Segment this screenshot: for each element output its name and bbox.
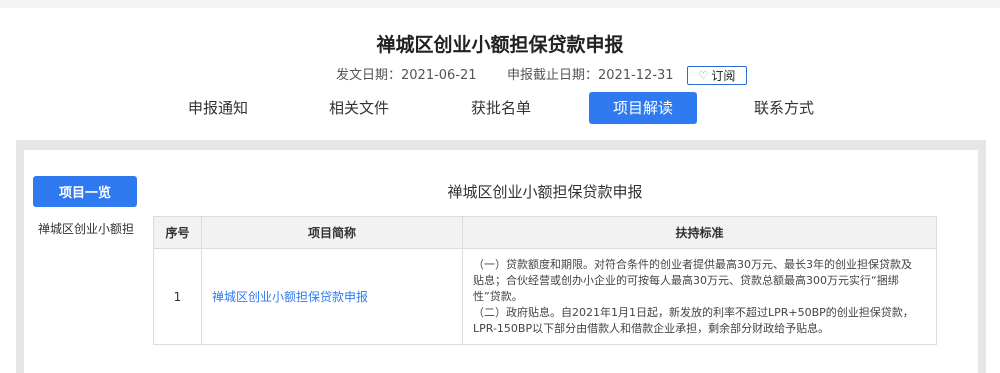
table-row: 1 禅城区创业小额担保贷款申报 （一）贷款额度和期限。对符合条件的创业者提供最高… xyxy=(153,248,937,345)
page-title: 禅城区创业小额担保贷款申报 xyxy=(376,34,624,56)
project-list-button[interactable]: 项目一览 xyxy=(33,176,137,207)
deadline-date: 申报截止日期：2021-12-31 xyxy=(507,68,674,83)
support-standard: （一）贷款额度和期限。对符合条件的创业者提供最高30万元、最长3年的创业担保贷款… xyxy=(462,248,937,345)
tab-contact[interactable]: 联系方式 xyxy=(752,92,816,124)
subscribe-button[interactable]: ♡ 订阅 xyxy=(687,66,747,85)
project-table: 序号 项目简称 扶持标准 1 禅城区创业小额担保贷款申报 （一）贷款额度和期限。… xyxy=(153,216,937,345)
section-title: 禅城区创业小额担保贷款申报 xyxy=(447,183,643,201)
row-no: 1 xyxy=(153,248,202,345)
standard-line: （二）政府贴息。自2021年1月1日起，新发放的利率不超过LPR+50BP的创业… xyxy=(473,305,914,319)
header-no: 序号 xyxy=(153,216,202,249)
tab-related-files[interactable]: 相关文件 xyxy=(327,92,391,124)
top-strip xyxy=(0,0,1000,8)
subscribe-label: 订阅 xyxy=(711,69,736,83)
standard-line: 贴息；合伙经营或创办小企业的可按每人最高30万元、贷款总额最高300万元实行“捆… xyxy=(473,273,899,287)
standard-line: 性”贷款。 xyxy=(473,289,523,303)
tab-approved-list[interactable]: 获批名单 xyxy=(469,92,533,124)
tab-project-interpretation[interactable]: 项目解读 xyxy=(589,92,697,124)
tab-notice[interactable]: 申报通知 xyxy=(186,92,250,124)
standard-line: （一）贷款额度和期限。对符合条件的创业者提供最高30万元、最长3年的创业担保贷款… xyxy=(473,257,912,271)
standard-line: LPR-150BP以下部分由借款人和借款企业承担，剩余部分财政给予贴息。 xyxy=(473,321,830,335)
tab-bar: 申报通知 相关文件 获批名单 项目解读 联系方式 xyxy=(0,92,1000,124)
header-name: 项目简称 xyxy=(201,216,463,249)
heart-outline-icon: ♡ xyxy=(698,69,709,82)
table-header-row: 序号 项目简称 扶持标准 xyxy=(153,216,937,249)
project-name-link[interactable]: 禅城区创业小额担保贷款申报 xyxy=(201,248,463,345)
header-standard: 扶持标准 xyxy=(462,216,937,249)
publish-date: 发文日期：2021-06-21 xyxy=(336,68,477,83)
meta-bar: 发文日期：2021-06-21 申报截止日期：2021-12-31 ♡ 订阅 xyxy=(0,66,1000,86)
sidebar-item-project[interactable]: 禅城区创业小额担 xyxy=(38,220,134,237)
